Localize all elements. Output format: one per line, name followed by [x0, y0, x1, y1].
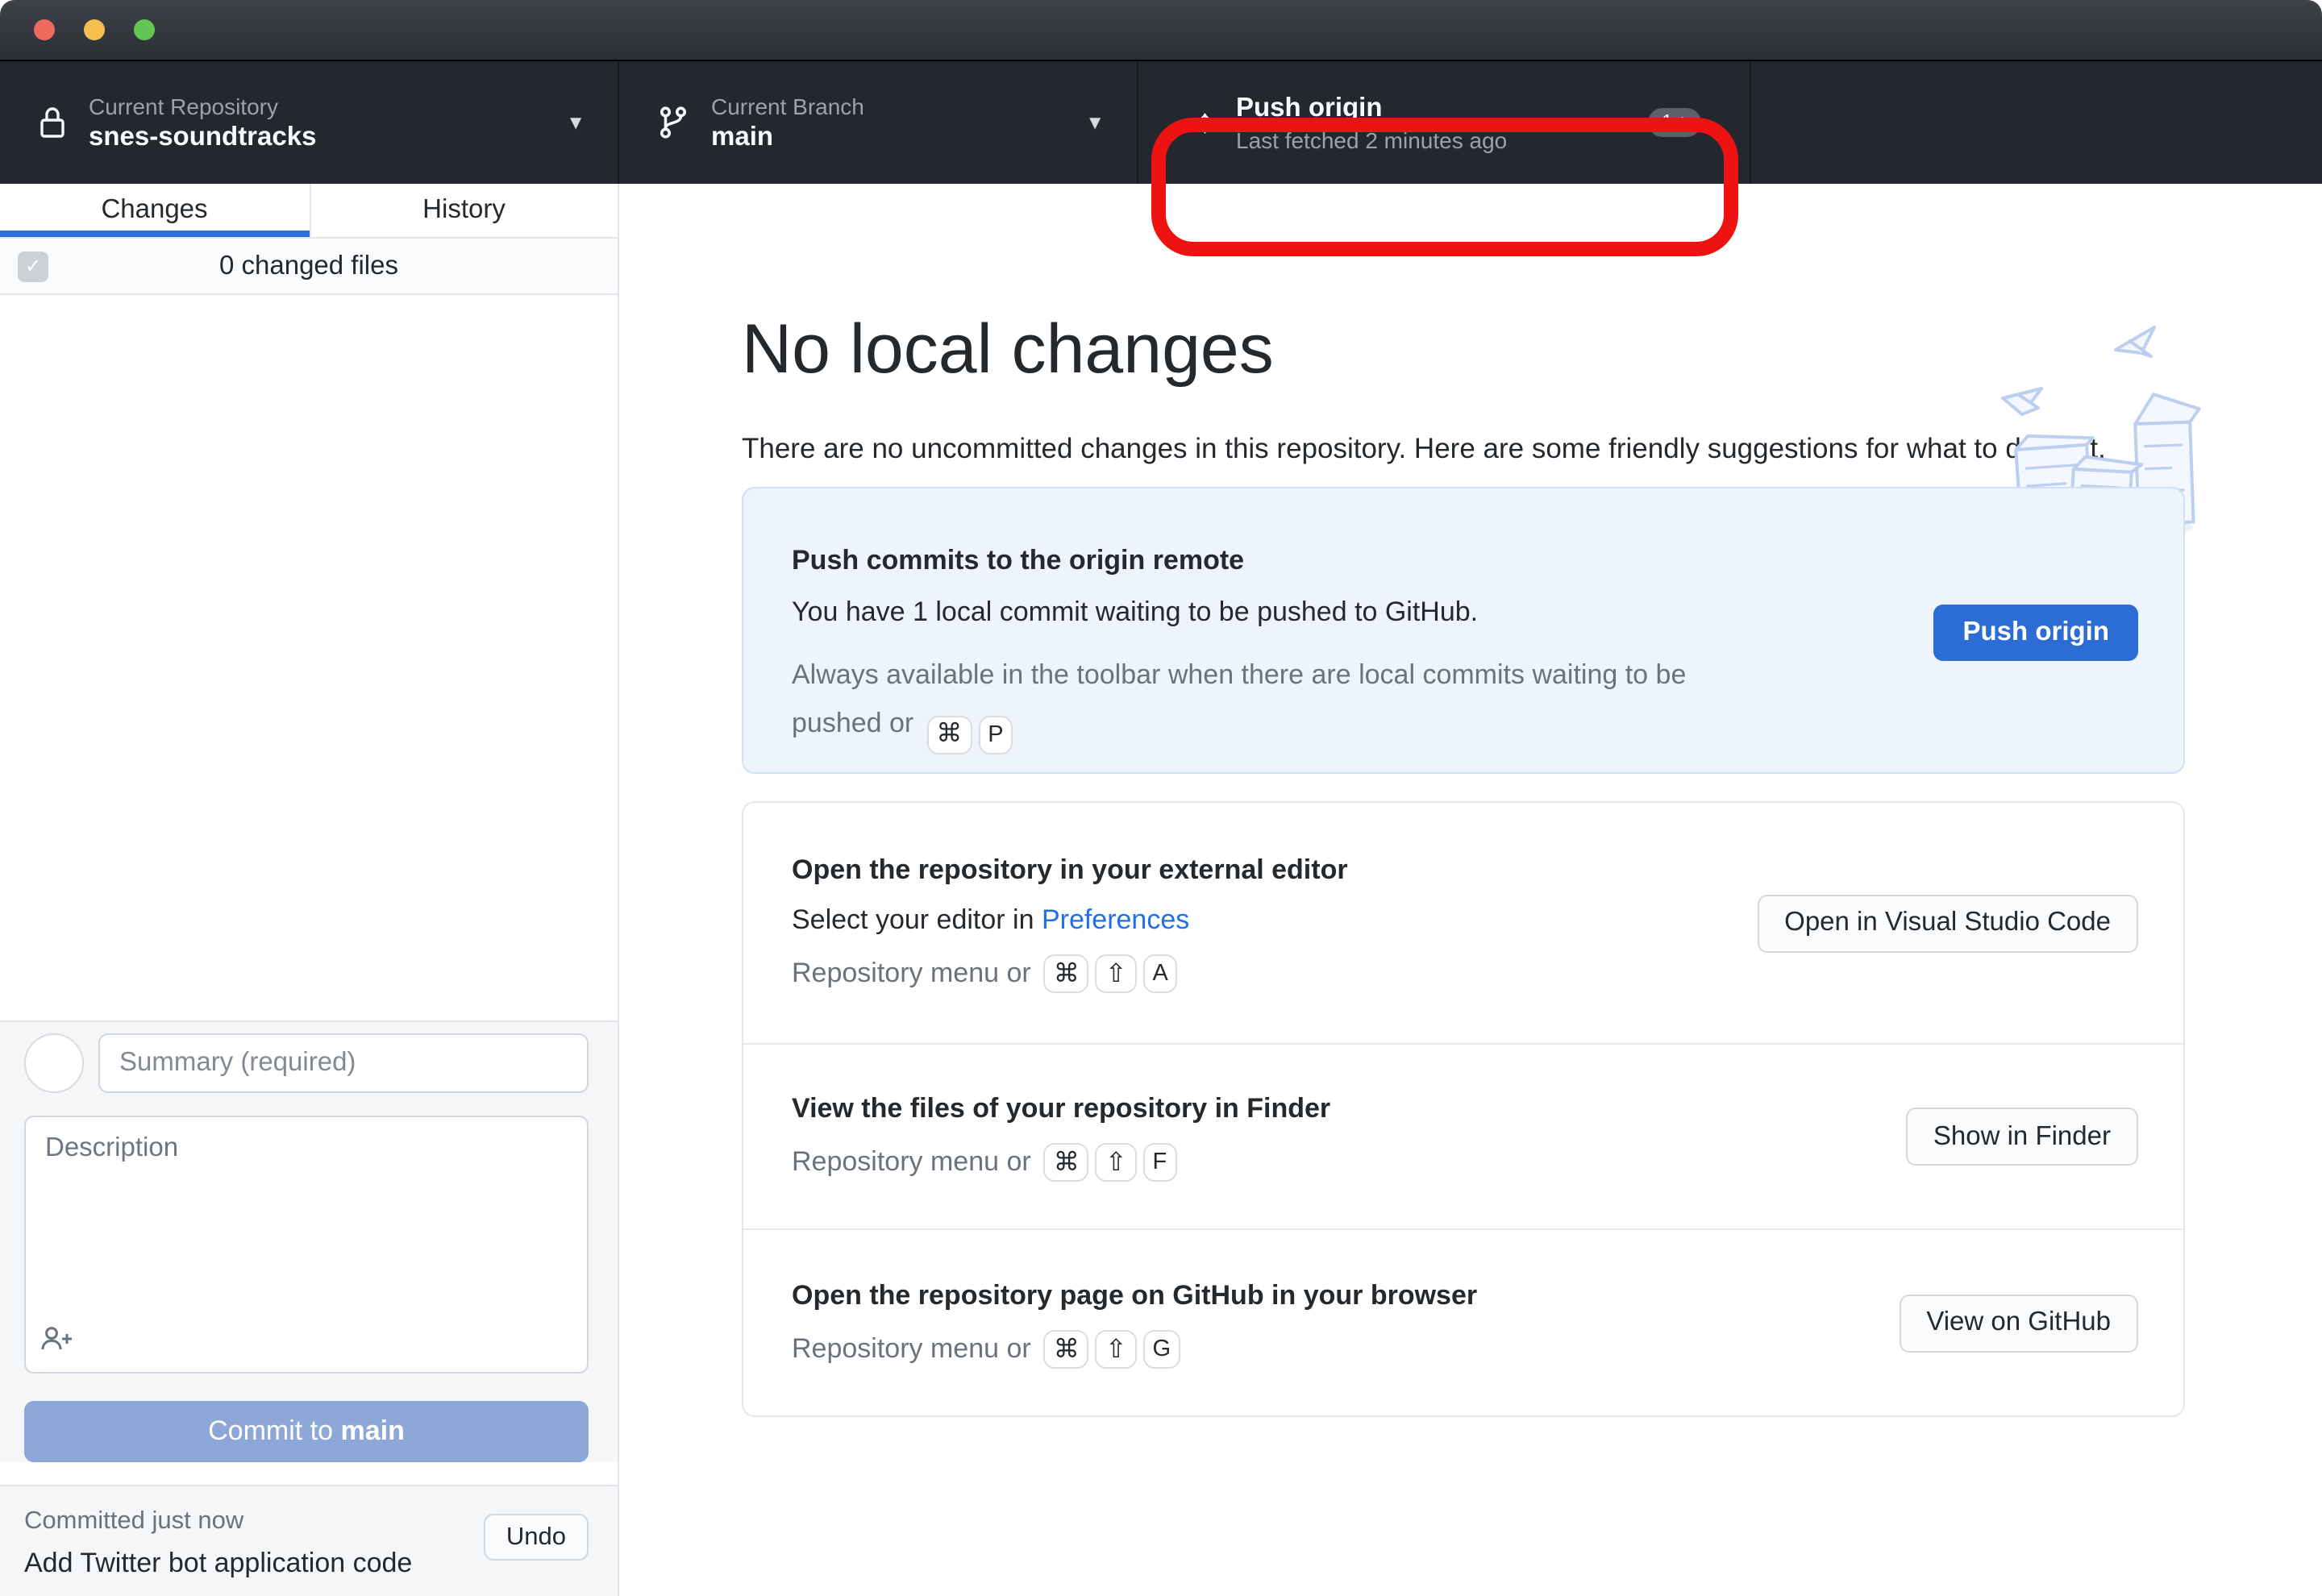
shift-key: ⇧ — [1096, 954, 1137, 993]
commit-description-box — [24, 1116, 589, 1374]
cmd-key: ⌘ — [1044, 1143, 1089, 1182]
close-window-button[interactable] — [34, 19, 55, 40]
app-body: Changes History ✓ 0 changed files — [0, 184, 2322, 1596]
a-key: A — [1143, 954, 1178, 993]
tab-history[interactable]: History — [309, 184, 618, 237]
chevron-down-icon: ▼ — [566, 111, 585, 134]
add-coauthor-icon[interactable] — [40, 1325, 74, 1359]
minimize-window-button[interactable] — [84, 19, 105, 40]
screenshot-viewport: Current Repository snes-soundtracks ▼ Cu… — [0, 0, 2322, 1596]
open-in-editor-button[interactable]: Open in Visual Studio Code — [1757, 894, 2138, 952]
chevron-down-icon: ▼ — [1085, 111, 1105, 134]
current-branch-value: main — [711, 122, 864, 152]
push-origin-title: Push origin — [1236, 93, 1507, 123]
push-origin-toolbar-button[interactable]: ↑ Push origin Last fetched 2 minutes ago… — [1138, 61, 1751, 184]
p-key: P — [978, 716, 1013, 754]
shift-key: ⇧ — [1096, 1143, 1137, 1182]
current-repository-value: snes-soundtracks — [89, 122, 316, 152]
changes-list-empty-area — [0, 295, 618, 1020]
main-content: No local changes There are no uncommitte… — [619, 184, 2322, 1596]
suggestion-row-finder: View the files of your repository in Fin… — [743, 1043, 2183, 1228]
lock-icon — [39, 105, 66, 140]
ahead-commits-badge: 1 ↑ — [1647, 108, 1701, 137]
suggestion-title: Open the repository page on GitHub in yo… — [792, 1278, 1477, 1313]
current-repository-dropdown[interactable]: Current Repository snes-soundtracks ▼ — [0, 61, 619, 184]
suggestion-shortcut-hint: Repository menu or⌘⇧G — [792, 1329, 1477, 1368]
suggestion-row-editor: Open the repository in your external edi… — [743, 803, 2183, 1043]
suggestions-card: Open the repository in your external edi… — [742, 801, 2185, 1417]
push-card-title: Push commits to the origin remote — [792, 543, 2135, 579]
push-commits-card: Push commits to the origin remote You ha… — [742, 487, 2185, 774]
f-key: F — [1143, 1143, 1177, 1182]
suggestion-row-github: Open the repository page on GitHub in yo… — [743, 1228, 2183, 1415]
current-branch-label: Current Branch — [711, 93, 864, 118]
arrow-up-icon: ↑ — [1196, 103, 1213, 142]
zoom-window-button[interactable] — [134, 19, 155, 40]
titlebar — [0, 0, 2322, 61]
current-branch-dropdown[interactable]: Current Branch main ▼ — [619, 61, 1138, 184]
commit-description-input[interactable] — [26, 1117, 587, 1372]
sidebar-tabs: Changes History — [0, 184, 618, 239]
cmd-key: ⌘ — [1044, 1329, 1089, 1368]
commit-form: Commit to main — [0, 1020, 618, 1462]
avatar — [24, 1033, 84, 1093]
sidebar: Changes History ✓ 0 changed files — [0, 184, 619, 1596]
push-card-hint: Always available in the toolbar when the… — [792, 651, 1953, 754]
page-subtitle: There are no uncommitted changes in this… — [742, 426, 2116, 472]
preferences-link[interactable]: Preferences — [1042, 904, 1189, 935]
last-commit-banner: Committed just now Add Twitter bot appli… — [0, 1485, 618, 1596]
suggestion-title: Open the repository in your external edi… — [792, 853, 1348, 888]
suggestion-shortcut-hint: Repository menu or⌘⇧A — [792, 954, 1348, 993]
tab-changes[interactable]: Changes — [0, 184, 309, 237]
view-on-github-button[interactable]: View on GitHub — [1899, 1294, 2138, 1352]
g-key: G — [1143, 1329, 1181, 1368]
push-origin-subtitle: Last fetched 2 minutes ago — [1236, 127, 1507, 152]
changed-files-count: 0 changed files — [0, 251, 618, 281]
github-desktop-window: Current Repository snes-soundtracks ▼ Cu… — [0, 0, 2322, 1596]
toolbar: Current Repository snes-soundtracks ▼ Cu… — [0, 61, 2322, 184]
commit-to-main-button[interactable]: Commit to main — [24, 1401, 589, 1462]
current-repository-label: Current Repository — [89, 93, 316, 118]
commit-summary-input[interactable] — [98, 1033, 589, 1093]
traffic-lights — [34, 19, 155, 40]
suggestion-shortcut-hint: Repository menu or⌘⇧F — [792, 1143, 1330, 1182]
undo-button[interactable]: Undo — [484, 1514, 589, 1561]
push-origin-button[interactable]: Push origin — [1934, 605, 2139, 661]
changed-files-row: ✓ 0 changed files — [0, 239, 618, 295]
suggestion-title: View the files of your repository in Fin… — [792, 1091, 1330, 1127]
show-in-finder-button[interactable]: Show in Finder — [1906, 1108, 2138, 1166]
cmd-key: ⌘ — [1044, 954, 1089, 993]
suggestion-subtitle: Select your editor in Preferences — [792, 903, 1348, 938]
shift-key: ⇧ — [1096, 1329, 1137, 1368]
git-branch-icon — [658, 105, 689, 140]
cmd-key: ⌘ — [926, 716, 972, 754]
